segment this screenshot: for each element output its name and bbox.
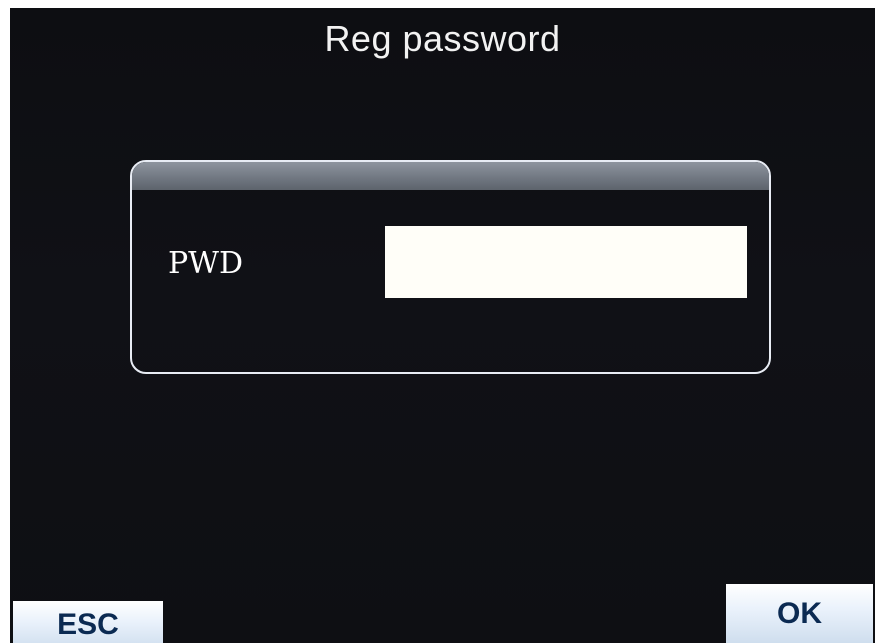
dialog-header-bar [132,162,769,190]
password-input[interactable] [385,226,747,298]
pwd-label: PWD [168,246,244,281]
esc-button[interactable]: ESC [13,601,163,643]
ok-button[interactable]: OK [726,584,873,643]
page-title: Reg password [324,18,561,59]
device-screen: Reg password PWD ESC OK [10,8,875,643]
password-dialog: PWD [130,160,771,374]
